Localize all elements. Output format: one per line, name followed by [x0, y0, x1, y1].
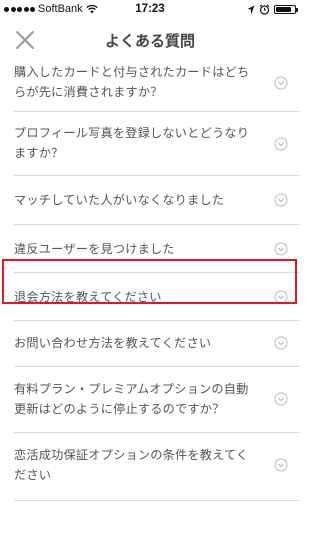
faq-question-line: 更新はどのように停止するのですか？ — [14, 402, 225, 416]
battery-fill — [276, 7, 291, 12]
faq-question: 恋活成功保証オプションの条件を教えてく ださい — [14, 445, 262, 485]
status-bar: SoftBank 17:23 — [0, 0, 300, 20]
faq-item[interactable]: 違反ユーザーを見つけました — [0, 225, 300, 273]
faq-item[interactable]: 有料プラン・プレミアムオプションの自動 更新はどのように停止するのですか？ — [0, 367, 300, 433]
faq-item[interactable]: プロフィール写真を登録しないとどうなり ますか？ — [0, 112, 300, 176]
chevron-down-circle-icon — [274, 137, 288, 151]
faq-item[interactable]: お問い合わせ方法を教えてください — [0, 321, 300, 367]
faq-item-highlighted[interactable]: 退会方法を教えてください — [0, 273, 300, 321]
faq-question-line: プロフィール写真を登録しないとどうなり — [14, 126, 250, 140]
divider — [14, 500, 300, 501]
faq-question-line: 違反ユーザーを見つけました — [14, 242, 175, 256]
chevron-down-circle-icon — [274, 290, 288, 304]
faq-item[interactable]: 恋活成功保証オプションの条件を教えてく ださい — [0, 433, 300, 501]
faq-question-line: マッチしていた人がいなくなりました — [14, 193, 225, 207]
faq-question: プロフィール写真を登録しないとどうなり ますか？ — [14, 123, 262, 163]
page-title: よくある質問 — [104, 32, 195, 50]
chevron-down-circle-icon — [274, 193, 288, 207]
faq-question-line: 購入したカードと付与されたカードはどち — [14, 65, 250, 79]
chevron-down-circle-icon — [274, 242, 288, 256]
faq-question-line: ださい — [14, 468, 52, 482]
faq-question-line: 有料プラン・プレミアムオプションの自動 — [14, 382, 249, 396]
faq-question: 有料プラン・プレミアムオプションの自動 更新はどのように停止するのですか？ — [14, 379, 262, 419]
chevron-down-circle-icon — [274, 76, 288, 90]
chevron-down-circle-icon — [274, 392, 288, 406]
faq-item[interactable]: マッチしていた人がいなくなりました — [0, 176, 300, 225]
faq-list: 購入したカードと付与されたカードはどち らが先に消費されますか？ プロフィール写… — [0, 62, 300, 501]
location-icon — [247, 5, 255, 14]
faq-question: 退会方法を教えてください — [14, 287, 262, 307]
alarm-icon — [259, 4, 270, 15]
nav-bar: よくある質問 — [0, 20, 300, 62]
close-icon[interactable] — [14, 29, 36, 51]
faq-question: 違反ユーザーを見つけました — [14, 239, 262, 259]
faq-question-line: 恋活成功保証オプションの条件を教えてく — [14, 448, 249, 462]
chevron-down-circle-icon — [274, 336, 288, 350]
faq-item[interactable]: 購入したカードと付与されたカードはどち らが先に消費されますか？ — [0, 62, 300, 112]
faq-question: 購入したカードと付与されたカードはどち らが先に消費されますか？ — [14, 62, 262, 102]
faq-question-line: お問い合わせ方法を教えてください — [14, 336, 212, 350]
chevron-down-circle-icon — [274, 458, 288, 472]
battery-icon — [274, 5, 298, 14]
faq-question-line: ますか？ — [14, 146, 64, 160]
faq-question: お問い合わせ方法を教えてください — [14, 333, 262, 353]
faq-question: マッチしていた人がいなくなりました — [14, 190, 262, 210]
status-right — [247, 4, 298, 15]
faq-question-line: らが先に消費されますか？ — [14, 85, 163, 99]
faq-question-line: 退会方法を教えてください — [14, 290, 162, 304]
